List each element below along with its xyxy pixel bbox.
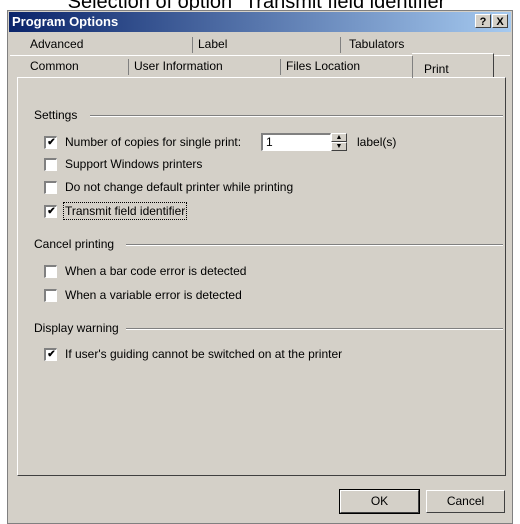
transmit-field-identifier-label[interactable]: Transmit field identifier xyxy=(62,202,188,220)
copies-checkbox[interactable] xyxy=(44,135,57,149)
cancel-printing-group-line xyxy=(126,244,503,246)
spin-down-button[interactable]: ▼ xyxy=(331,142,347,151)
tab-separator xyxy=(128,59,129,75)
copies-row: Number of copies for single print: xyxy=(44,134,241,150)
no-change-default-label: Do not change default printer while prin… xyxy=(65,180,294,194)
settings-group-line xyxy=(90,115,503,117)
barcode-error-label: When a bar code error is detected xyxy=(65,264,247,278)
tab-separator xyxy=(412,56,413,78)
support-windows-printers-row: Support Windows printers xyxy=(44,156,202,172)
tab-tabulators-label: Tabulators xyxy=(349,37,405,51)
tab-advanced-label: Advanced xyxy=(30,37,84,51)
support-windows-printers-checkbox[interactable] xyxy=(44,157,57,171)
close-button[interactable]: X xyxy=(492,14,508,28)
tab-tabulators[interactable]: Tabulators xyxy=(340,35,506,53)
guiding-label: If user's guiding cannot be switched on … xyxy=(65,347,343,361)
copies-label: Number of copies for single print: xyxy=(65,135,242,149)
tab-advanced[interactable]: Advanced xyxy=(24,35,192,53)
spin-up-button[interactable]: ▲ xyxy=(331,133,347,142)
tab-print[interactable]: Print xyxy=(412,53,494,78)
transmit-field-identifier-checkbox[interactable] xyxy=(44,204,57,218)
tab-files-location[interactable]: Files Location xyxy=(280,57,412,75)
variable-error-row: When a variable error is detected xyxy=(44,287,242,303)
guiding-checkbox[interactable] xyxy=(44,347,57,361)
settings-group-label: Settings xyxy=(34,108,82,122)
display-warning-group-label: Display warning xyxy=(34,321,123,335)
tab-label[interactable]: Label xyxy=(192,35,340,53)
copies-unit-label: label(s) xyxy=(357,135,397,149)
help-button[interactable]: ? xyxy=(475,14,491,28)
no-change-default-row: Do not change default printer while prin… xyxy=(44,179,293,195)
ok-button[interactable]: OK xyxy=(339,489,420,514)
tab-common-label: Common xyxy=(30,59,79,73)
window-title: Program Options xyxy=(12,14,119,29)
tab-separator xyxy=(280,59,281,75)
cancel-button[interactable]: Cancel xyxy=(426,490,505,513)
barcode-error-checkbox[interactable] xyxy=(44,264,57,278)
tab-files-location-label: Files Location xyxy=(286,59,361,73)
no-change-default-checkbox[interactable] xyxy=(44,180,57,194)
copies-input[interactable]: 1 xyxy=(261,133,331,151)
tab-label-label: Label xyxy=(198,37,228,51)
tab-print-label: Print xyxy=(424,62,449,76)
guiding-row: If user's guiding cannot be switched on … xyxy=(44,346,342,362)
tab-user-information[interactable]: User Information xyxy=(128,57,280,75)
barcode-error-row: When a bar code error is detected xyxy=(44,263,246,279)
tab-common[interactable]: Common xyxy=(24,57,128,75)
tab-separator xyxy=(340,37,341,53)
display-warning-group-line xyxy=(126,328,503,330)
transmit-field-identifier-row: Transmit field identifier xyxy=(44,202,188,220)
variable-error-label: When a variable error is detected xyxy=(65,288,242,302)
title-bar: Program Options ? X xyxy=(9,12,511,32)
tab-user-information-label: User Information xyxy=(134,59,223,73)
variable-error-checkbox[interactable] xyxy=(44,288,57,302)
support-windows-printers-label: Support Windows printers xyxy=(65,157,203,171)
tab-separator xyxy=(192,37,193,53)
cancel-printing-group-label: Cancel printing xyxy=(34,237,119,251)
